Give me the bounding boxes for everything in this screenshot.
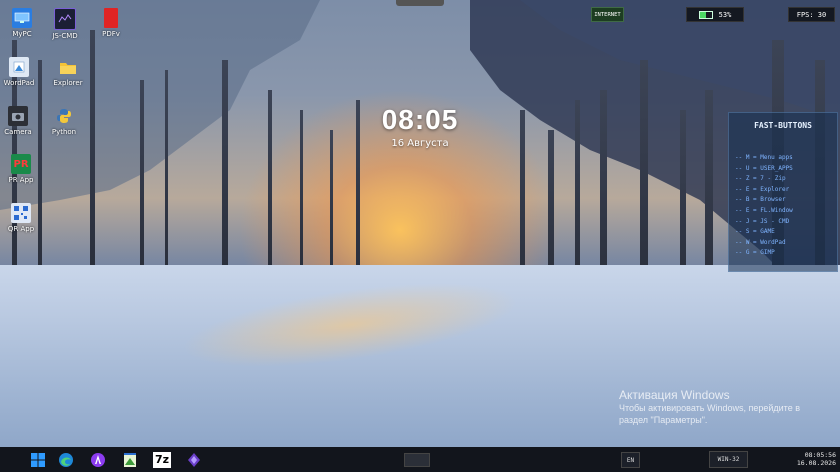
fast-button-item[interactable]: -- B = Browser (735, 196, 837, 207)
desktop-icon-wordpad[interactable]: WordPad (0, 57, 41, 87)
obsidian-icon[interactable] (184, 450, 204, 470)
fast-buttons-list: -- M = Menu apps -- U = USER_APPS -- Z =… (735, 154, 837, 260)
fast-button-item[interactable]: -- S = GAME (735, 228, 837, 239)
desktop-icon-pdfv[interactable]: PDFv (89, 8, 133, 38)
pdf-icon (104, 8, 118, 28)
fast-buttons-panel: FAST-BUTTONS -- M = Menu apps -- U = USE… (728, 112, 838, 272)
battery-status[interactable]: 53% (686, 7, 744, 22)
terminal-icon (54, 8, 76, 30)
fast-button-item[interactable]: -- W = WordPad (735, 239, 837, 250)
fast-button-item[interactable]: -- G = GIMP (735, 249, 837, 260)
alice-icon[interactable] (88, 450, 108, 470)
internet-status[interactable]: INTERNET (591, 7, 624, 22)
camera-icon (8, 106, 28, 126)
notepad-icon[interactable] (120, 450, 140, 470)
activation-watermark: Активация Windows Чтобы активировать Win… (619, 388, 800, 425)
battery-icon (698, 10, 713, 19)
taskbar-center-handle[interactable] (404, 453, 430, 467)
fast-button-item[interactable]: -- J = JS - CMD (735, 218, 837, 229)
fast-button-item[interactable]: -- M = Menu apps (735, 154, 837, 165)
desktop-icon-qr-app[interactable]: QR App (0, 203, 43, 233)
edge-icon[interactable] (56, 450, 76, 470)
7zip-icon[interactable]: 7z (152, 450, 172, 470)
qr-code-icon (11, 203, 31, 223)
folder-icon (58, 57, 78, 77)
desktop-icon-pr-app[interactable]: PR PR App (0, 154, 43, 184)
clock-date: 16 Августа (391, 138, 449, 149)
pr-app-icon: PR (11, 154, 31, 174)
monitor-icon (12, 8, 32, 28)
language-indicator[interactable]: EN (621, 452, 640, 468)
desktop-icon-js-cmd[interactable]: JS-CMD (43, 8, 87, 40)
taskbar-clock[interactable]: 08:05:56 16.08.2026 (784, 451, 836, 467)
fps-counter: FPS: 30 (788, 7, 835, 22)
win-version-label: WIN-32 (709, 451, 748, 468)
windows-start-icon[interactable] (28, 450, 48, 470)
python-icon (54, 106, 74, 126)
fast-button-item[interactable]: -- Z = 7 - Zip (735, 175, 837, 186)
lockscreen-clock: 08:05 16 Августа (340, 104, 500, 149)
fast-button-item[interactable]: -- E = Explorer (735, 186, 837, 197)
wordpad-icon (9, 57, 29, 77)
forest-background (0, 0, 840, 300)
clock-time: 08:05 (381, 104, 459, 135)
desktop-icon-python[interactable]: Python (42, 106, 86, 136)
desktop-icon-explorer[interactable]: Explorer (46, 57, 90, 87)
fast-button-item[interactable]: -- E = FL.Window (735, 207, 837, 218)
fast-button-item[interactable]: -- U = USER_APPS (735, 165, 837, 176)
top-drop-handle[interactable] (396, 0, 444, 6)
fast-buttons-title: FAST-BUTTONS (754, 121, 812, 130)
desktop-icon-camera[interactable]: Camera (0, 106, 40, 136)
desktop-icon-mypc[interactable]: MyPC (0, 8, 44, 38)
